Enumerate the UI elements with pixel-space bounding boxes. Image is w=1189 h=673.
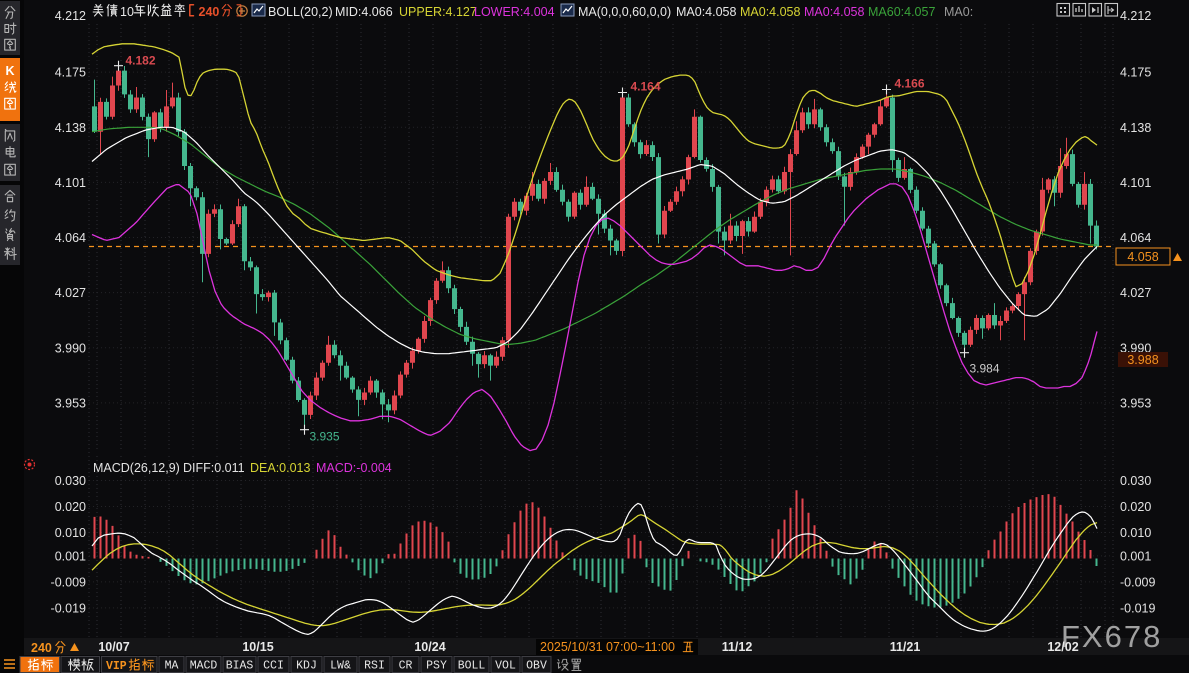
svg-text:4.101: 4.101 [55,176,86,190]
svg-text:4.175: 4.175 [1120,66,1151,80]
svg-text:MA(0,0,0,60,0,0): MA(0,0,0,60,0,0) [578,5,671,19]
svg-text:DIFF:0.011: DIFF:0.011 [183,461,245,475]
svg-text:CR: CR [399,660,413,673]
svg-text:MID:4.066: MID:4.066 [335,5,393,19]
svg-text:0.030: 0.030 [55,474,86,488]
svg-text:4.164: 4.164 [631,80,661,94]
svg-text:4.027: 4.027 [55,286,86,300]
svg-text:10: 10 [120,5,134,19]
svg-text:4.027: 4.027 [1120,286,1151,300]
svg-text:-0.019: -0.019 [1120,601,1155,615]
svg-text:0.020: 0.020 [55,500,86,514]
svg-text:3.990: 3.990 [55,341,86,355]
svg-text:11/21: 11/21 [890,640,921,654]
svg-text:4.064: 4.064 [1120,231,1151,245]
svg-text:4.064: 4.064 [55,231,86,245]
svg-text:MA: MA [165,660,179,673]
svg-text:4.101: 4.101 [1120,176,1151,190]
svg-text:UPPER:4.127: UPPER:4.127 [399,5,477,19]
svg-text:MA0:4.058: MA0:4.058 [804,5,865,19]
svg-text:CCI: CCI [263,660,284,673]
svg-text:4.175: 4.175 [55,66,86,80]
svg-text:K: K [5,64,14,78]
svg-text:12/02: 12/02 [1047,640,1078,654]
svg-text:10/07: 10/07 [98,640,129,654]
svg-text:0.010: 0.010 [55,526,86,540]
svg-text:3.984: 3.984 [970,362,1000,376]
svg-text:4.138: 4.138 [55,121,86,135]
svg-text:LW&: LW& [330,660,351,673]
svg-text:0.001: 0.001 [1120,549,1151,563]
svg-text:4.212: 4.212 [1120,9,1151,23]
svg-text:4.058: 4.058 [1127,250,1158,264]
svg-text:RSI: RSI [364,660,385,673]
svg-text:0.001: 0.001 [55,549,86,563]
svg-text:-0.009: -0.009 [1120,575,1155,589]
svg-text:4.182: 4.182 [126,54,156,68]
svg-text:2025/10/31 07:00~11:00: 2025/10/31 07:00~11:00 [540,640,675,654]
svg-text:MACD:-0.004: MACD:-0.004 [316,461,392,475]
svg-text:MA60:4.057: MA60:4.057 [868,5,935,19]
svg-text:-0.019: -0.019 [51,601,86,615]
svg-text:PSY: PSY [426,660,447,673]
svg-text:VOL: VOL [495,660,516,673]
svg-text:BIAS: BIAS [226,660,254,673]
svg-text:4.212: 4.212 [55,9,86,23]
svg-text:240: 240 [199,5,220,19]
svg-text:MA0:4.058: MA0:4.058 [676,5,737,19]
svg-text:0.020: 0.020 [1120,500,1151,514]
svg-text:4.138: 4.138 [1120,121,1151,135]
svg-text:MA0:: MA0: [944,5,973,19]
svg-text:3.953: 3.953 [1120,396,1151,410]
svg-text:BOLL(20,2): BOLL(20,2) [268,5,333,19]
svg-text:3.935: 3.935 [310,430,340,444]
svg-text:MACD(26,12,9): MACD(26,12,9) [93,461,180,475]
svg-text:3.988: 3.988 [1127,353,1158,367]
svg-text:4.166: 4.166 [895,77,925,91]
svg-text:11/12: 11/12 [722,640,753,654]
svg-text:3.953: 3.953 [55,396,86,410]
svg-text:10/15: 10/15 [242,640,273,654]
svg-text:OBV: OBV [526,660,547,673]
svg-text:DEA:0.013: DEA:0.013 [250,461,311,475]
svg-text:KDJ: KDJ [296,660,317,673]
svg-text:0.010: 0.010 [1120,526,1151,540]
svg-text:VIP: VIP [106,660,127,673]
svg-text:240: 240 [31,641,52,655]
svg-text:10/24: 10/24 [414,640,445,654]
svg-text:MA0:4.058: MA0:4.058 [740,5,801,19]
svg-text:-0.009: -0.009 [51,575,86,589]
svg-text:0.030: 0.030 [1120,474,1151,488]
svg-text:MACD: MACD [190,660,218,673]
svg-text:BOLL: BOLL [458,660,486,673]
svg-text:LOWER:4.004: LOWER:4.004 [474,5,555,19]
